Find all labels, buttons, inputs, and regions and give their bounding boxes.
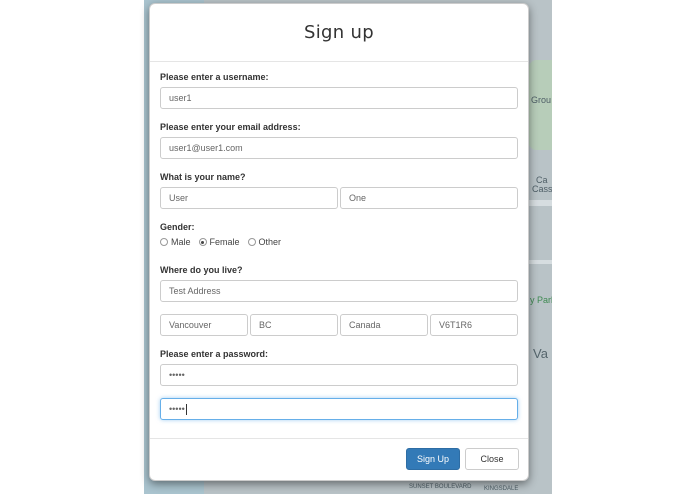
province-value: BC [259,320,272,330]
password-label: Please enter a password: [160,349,269,359]
map-label: y Park [530,295,552,305]
first-name-input[interactable]: User [160,187,338,209]
modal-title: Sign up [304,22,374,43]
map-label: Grou [531,95,552,105]
email-value: user1@user1.com [169,143,243,153]
username-input[interactable]: user1 [160,87,518,109]
signup-modal: Sign up Please enter a username: user1 P… [149,3,529,481]
province-input[interactable]: BC [250,314,338,336]
postal-code-value: V6T1R6 [439,320,473,330]
gender-other-radio[interactable] [247,238,256,246]
password-input[interactable]: ••••• [160,364,518,386]
map-label: SUNSET BOULEVARD [409,484,472,490]
modal-header: Sign up [150,4,528,62]
map-label: Va [533,346,548,361]
password-value: ••••• [169,370,185,380]
sign-up-button[interactable]: Sign Up [406,448,460,470]
username-value: user1 [169,93,192,103]
postal-code-input[interactable]: V6T1R6 [430,314,518,336]
close-button[interactable]: Close [465,448,519,470]
first-name-value: User [169,193,189,203]
gender-female-label[interactable]: Female [210,237,240,247]
confirm-password-value: ••••• [169,404,185,414]
name-label: What is your name? [160,172,246,182]
last-name-value: One [349,193,367,203]
gender-male-radio[interactable] [160,238,168,246]
country-input[interactable]: Canada [340,314,428,336]
gender-female-radio[interactable] [198,238,207,246]
email-input[interactable]: user1@user1.com [160,137,518,159]
modal-footer: Sign Up Close [150,438,528,480]
email-label: Please enter your email address: [160,122,301,132]
street-value: Test Address [169,286,221,296]
gender-male-label[interactable]: Male [171,237,191,247]
city-value: Vancouver [169,320,212,330]
map-label: KINGSDALE [484,486,519,492]
city-input[interactable]: Vancouver [160,314,248,336]
address-label: Where do you live? [160,265,243,275]
username-label: Please enter a username: [160,72,269,82]
last-name-input[interactable]: One [340,187,518,209]
gender-radio-group: Male Female Other [160,237,289,247]
confirm-password-input[interactable]: ••••• [160,398,518,420]
text-caret [185,403,187,415]
map-label: Cassion B [532,184,552,194]
country-value: Canada [349,320,381,330]
gender-other-label[interactable]: Other [259,237,282,247]
gender-label: Gender: [160,222,195,232]
street-input[interactable]: Test Address [160,280,518,302]
